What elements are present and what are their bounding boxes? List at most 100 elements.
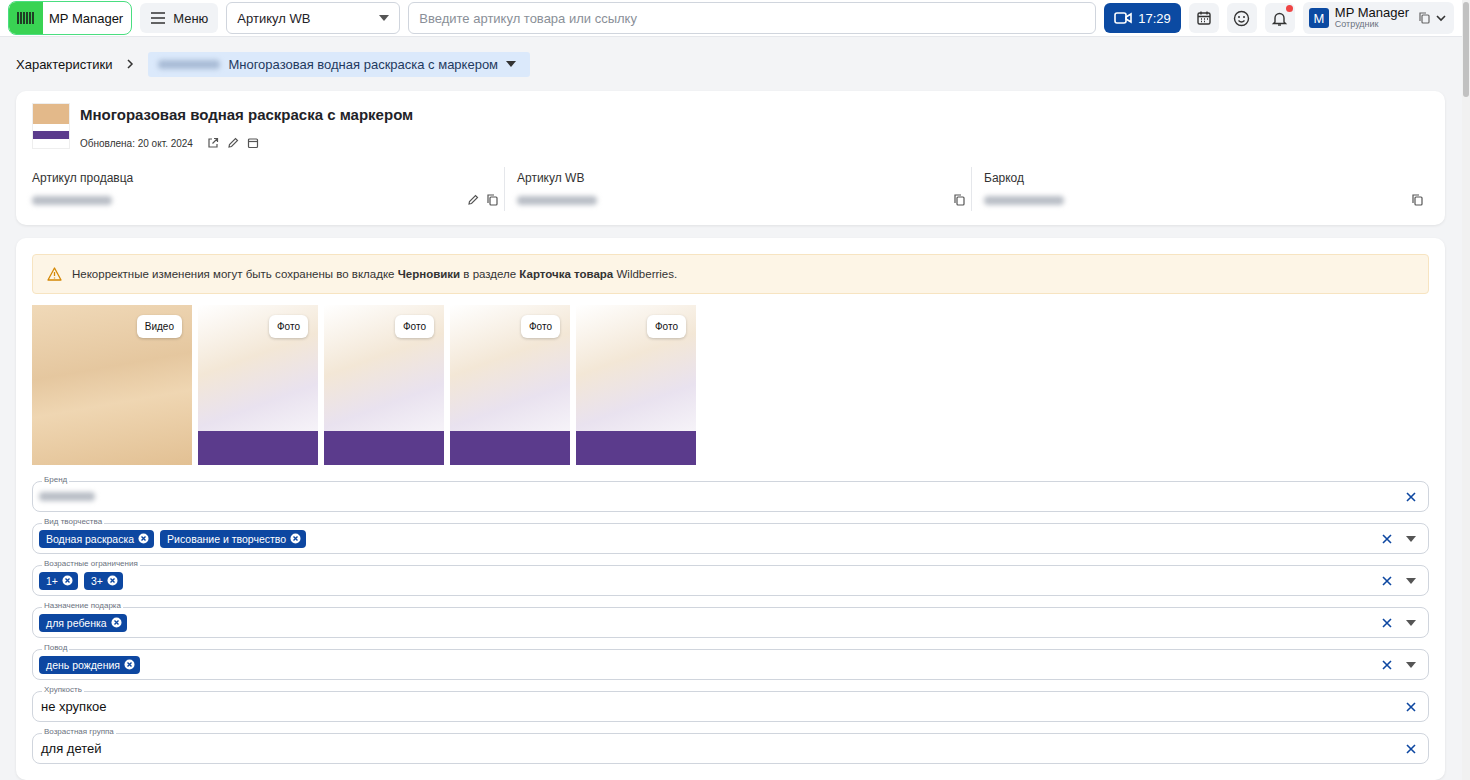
copy-icon[interactable] bbox=[1412, 194, 1423, 206]
clear-icon[interactable] bbox=[1406, 702, 1416, 712]
field-label: Повод bbox=[42, 643, 69, 653]
warning-text: Некорректные изменения могут быть сохран… bbox=[72, 268, 677, 280]
user-role: Сотрудник bbox=[1335, 20, 1409, 30]
remove-chip-icon[interactable] bbox=[111, 617, 122, 628]
app: MP Manager Меню Артикул WB 17:29 M MP Ma… bbox=[0, 0, 1470, 780]
field-text: не хрупкое bbox=[39, 699, 106, 714]
chevron-down-icon bbox=[1436, 15, 1446, 22]
copy-icon[interactable] bbox=[1419, 12, 1430, 24]
clear-icon[interactable] bbox=[1382, 576, 1392, 586]
field-label: Возрастная группа bbox=[42, 727, 116, 737]
id-label: Артикул WB bbox=[517, 171, 965, 185]
warning-banner: Некорректные изменения могут быть сохран… bbox=[32, 254, 1429, 294]
breadcrumb: Характеристики Многоразовая водная раскр… bbox=[16, 37, 1445, 91]
field[interactable]: Возрастные ограничения 1+ 3+ bbox=[32, 565, 1429, 596]
field-label: Назначение подарка bbox=[42, 601, 123, 611]
scrollbar-thumb[interactable] bbox=[1463, 2, 1469, 97]
chevron-down-icon[interactable] bbox=[1406, 662, 1416, 668]
calendar-button[interactable] bbox=[1189, 3, 1219, 33]
copy-icon[interactable] bbox=[487, 194, 498, 206]
menu-button[interactable]: Меню bbox=[140, 3, 218, 33]
field[interactable]: Вид творчества Водная раскраска Рисовани… bbox=[32, 523, 1429, 554]
chip: для ребенка bbox=[39, 614, 127, 632]
search-input[interactable] bbox=[408, 2, 1096, 34]
pencil-icon[interactable] bbox=[467, 194, 479, 206]
field[interactable]: Бренд bbox=[32, 481, 1429, 512]
warning-icon bbox=[47, 267, 62, 281]
chevron-down-icon[interactable] bbox=[1406, 620, 1416, 626]
chevron-right-icon bbox=[126, 59, 134, 69]
chevron-down-icon[interactable] bbox=[1406, 536, 1416, 542]
pencil-icon[interactable] bbox=[227, 137, 239, 149]
blurred-value bbox=[32, 196, 112, 205]
chip: день рождения bbox=[39, 656, 140, 674]
clear-icon[interactable] bbox=[1382, 660, 1392, 670]
media-item[interactable]: Фото bbox=[576, 305, 696, 465]
clear-icon[interactable] bbox=[1382, 534, 1392, 544]
chip: Водная раскраска bbox=[39, 530, 154, 548]
remove-chip-icon[interactable] bbox=[124, 659, 135, 670]
page: MP Manager Меню Артикул WB 17:29 M MP Ma… bbox=[0, 0, 1462, 780]
field[interactable]: Возрастная группа для детей bbox=[32, 733, 1429, 764]
media-item[interactable]: Фото bbox=[324, 305, 444, 465]
clear-icon[interactable] bbox=[1382, 618, 1392, 628]
user-name: MP Manager bbox=[1335, 6, 1409, 20]
bell-icon bbox=[1271, 10, 1288, 27]
field-text: для детей bbox=[39, 741, 102, 756]
blurred-article bbox=[158, 60, 220, 69]
remove-chip-icon[interactable] bbox=[62, 575, 73, 586]
copy-icon[interactable] bbox=[954, 194, 965, 206]
photo-stripe bbox=[324, 431, 444, 465]
chevron-down-icon[interactable] bbox=[1406, 578, 1416, 584]
media-item[interactable]: Фото bbox=[450, 305, 570, 465]
media-badge: Видео bbox=[137, 315, 182, 338]
fields: Бренд Вид творчества Водная раскраска Ри… bbox=[32, 481, 1429, 764]
media-badge: Фото bbox=[395, 315, 434, 338]
scrollbar[interactable] bbox=[1462, 0, 1470, 780]
id-field: Баркод bbox=[972, 167, 1429, 211]
clear-icon[interactable] bbox=[1406, 492, 1416, 502]
calendar-icon bbox=[1196, 10, 1212, 26]
field-label: Хрупкость bbox=[42, 685, 84, 695]
remove-chip-icon[interactable] bbox=[107, 575, 118, 586]
chevron-down-icon bbox=[379, 15, 389, 21]
media-badge: Фото bbox=[521, 315, 560, 338]
breadcrumb-root[interactable]: Характеристики bbox=[16, 57, 112, 72]
search-type-select[interactable]: Артикул WB bbox=[226, 2, 400, 34]
remove-chip-icon[interactable] bbox=[290, 533, 301, 544]
product-ids: Артикул продавца Артикул WB Баркод bbox=[32, 167, 1429, 211]
id-field: Артикул продавца bbox=[32, 167, 505, 211]
topbar: MP Manager Меню Артикул WB 17:29 M MP Ma… bbox=[0, 0, 1462, 37]
calendar-icon[interactable] bbox=[247, 137, 259, 149]
product-switcher[interactable]: Многоразовая водная раскраска с маркером bbox=[148, 52, 530, 77]
field-label: Бренд bbox=[42, 475, 69, 485]
chip: Рисование и творчество bbox=[160, 530, 306, 548]
clear-icon[interactable] bbox=[1406, 744, 1416, 754]
remove-chip-icon[interactable] bbox=[138, 533, 149, 544]
notifications-button[interactable] bbox=[1265, 3, 1295, 33]
product-header: Многоразовая водная раскраска с маркером… bbox=[32, 103, 1429, 149]
smiley-icon bbox=[1233, 10, 1250, 27]
blurred-value bbox=[984, 196, 1064, 205]
mood-button[interactable] bbox=[1227, 3, 1257, 33]
hamburger-icon bbox=[150, 11, 166, 25]
id-field: Артикул WB bbox=[505, 167, 972, 211]
field[interactable]: Повод день рождения bbox=[32, 649, 1429, 680]
external-link-icon[interactable] bbox=[207, 137, 219, 149]
timer-button[interactable]: 17:29 bbox=[1104, 3, 1181, 33]
product-title: Многоразовая водная раскраска с маркером bbox=[80, 103, 413, 123]
logo[interactable]: MP Manager bbox=[8, 1, 132, 35]
blurred-value bbox=[39, 492, 95, 501]
user-menu[interactable]: M MP Manager Сотрудник bbox=[1303, 2, 1454, 34]
photo-stripe bbox=[576, 431, 696, 465]
media-item[interactable]: Видео bbox=[32, 305, 192, 465]
media-item[interactable]: Фото bbox=[198, 305, 318, 465]
product-card: Многоразовая водная раскраска с маркером… bbox=[16, 91, 1445, 225]
chip: 1+ bbox=[39, 572, 78, 590]
field-label: Возрастные ограничения bbox=[42, 559, 140, 569]
field[interactable]: Хрупкость не хрупкое bbox=[32, 691, 1429, 722]
id-label: Баркод bbox=[984, 171, 1423, 185]
video-camera-icon bbox=[1114, 11, 1132, 25]
content: Характеристики Многоразовая водная раскр… bbox=[0, 37, 1462, 780]
field[interactable]: Назначение подарка для ребенка bbox=[32, 607, 1429, 638]
